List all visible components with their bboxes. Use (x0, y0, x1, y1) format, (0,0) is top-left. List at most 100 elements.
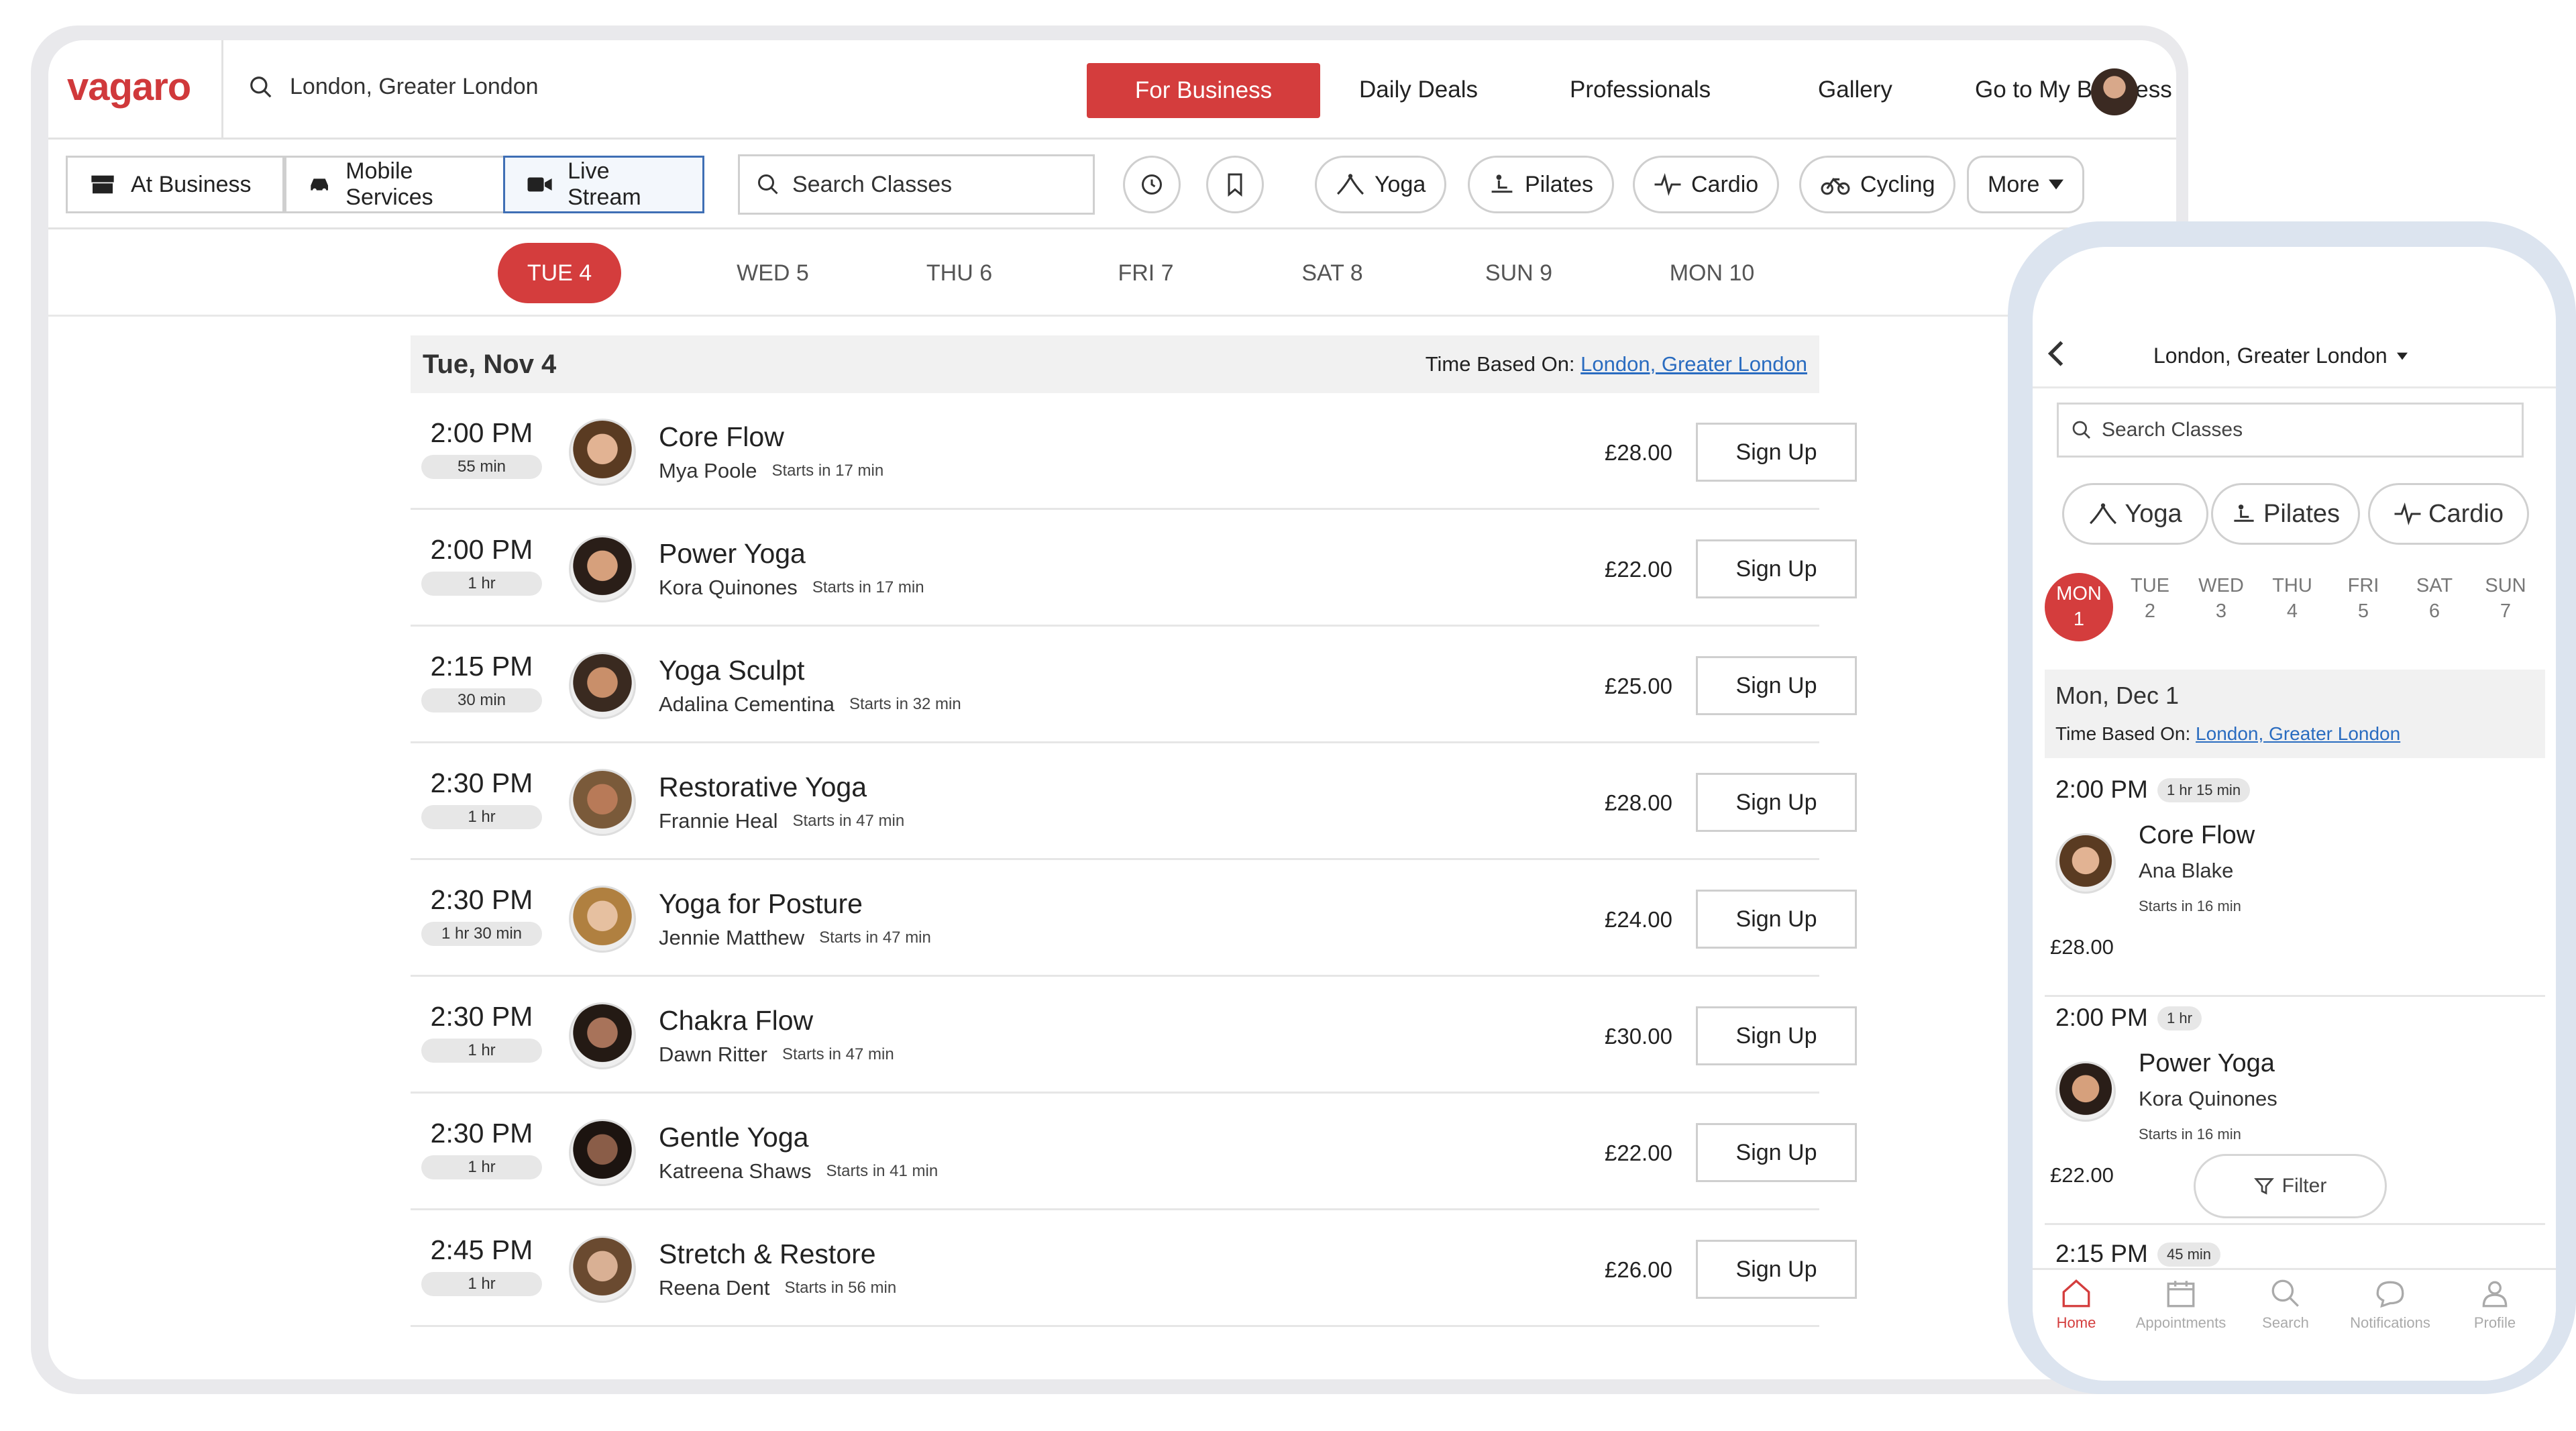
mobile-day-mon[interactable]: MON 1 (2045, 573, 2113, 641)
mobile-class-card[interactable]: 2:00 PM 1 hr 15 min Core Flow Ana Blake Star… (2045, 776, 2545, 997)
day-sat-8[interactable]: SAT 8 (1292, 243, 1373, 303)
yoga-icon (1337, 174, 1364, 195)
class-name[interactable]: Core Flow (659, 421, 784, 453)
more-dropdown[interactable]: More (1967, 156, 2085, 213)
mobile-day-sat[interactable]: SAT 6 (2400, 573, 2469, 624)
search-icon (2271, 1279, 2299, 1307)
instructor-name[interactable]: Katreena Shaws (659, 1159, 811, 1183)
class-name[interactable]: Stretch & Restore (659, 1238, 876, 1270)
sign-up-button[interactable]: Sign Up (1696, 890, 1857, 949)
starts-in: Starts in 32 min (849, 695, 961, 713)
instructor-photo (569, 419, 636, 486)
saved-button[interactable] (1206, 156, 1264, 213)
category-pilates[interactable]: Pilates (1468, 156, 1615, 213)
mobile-instructor-name[interactable]: Kora Quinones (2139, 1087, 2277, 1111)
class-name[interactable]: Chakra Flow (659, 1005, 813, 1037)
mobile-location-select[interactable]: London, Greater London (2153, 343, 2408, 368)
nav-gallery[interactable]: Gallery (1818, 63, 1892, 117)
location-search[interactable]: London, Greater London (248, 74, 539, 100)
mobile-search-input[interactable]: Search Classes (2057, 403, 2524, 458)
mobile-day-tue[interactable]: TUE 2 (2116, 573, 2184, 624)
tab-notifications[interactable]: Notifications (2340, 1277, 2440, 1332)
class-row[interactable]: 2:30 PM 1 hr 30 min Yoga for Posture Jennie… (411, 860, 1857, 977)
mobile-day-wed[interactable]: WED 3 (2187, 573, 2255, 624)
day-sun-9[interactable]: SUN 9 (1479, 243, 1559, 303)
filter-button[interactable]: Filter (2194, 1154, 2387, 1218)
sign-up-button[interactable]: Sign Up (1696, 423, 1857, 482)
live-stream-tab[interactable]: Live Stream (503, 156, 704, 213)
mobile-time-zone-link[interactable]: London, Greater London (2196, 723, 2400, 744)
clock-icon (1142, 174, 1162, 195)
class-row[interactable]: 2:30 PM 1 hr Gentle Yoga Katreena Shaws Star… (411, 1094, 1857, 1210)
for-business-button[interactable]: For Business (1087, 63, 1320, 118)
sign-up-button[interactable]: Sign Up (1696, 1006, 1857, 1065)
sign-up-button[interactable]: Sign Up (1696, 539, 1857, 598)
nav-go-to-my-business[interactable]: Go to My Business (1975, 63, 2172, 117)
class-name[interactable]: Gentle Yoga (659, 1122, 808, 1153)
sign-up-button[interactable]: Sign Up (1696, 1123, 1857, 1182)
sign-up-button[interactable]: Sign Up (1696, 656, 1857, 715)
bookmark-icon (1228, 173, 1242, 197)
mobile-day-fri[interactable]: FRI 5 (2329, 573, 2398, 624)
instructor-name[interactable]: Kora Quinones (659, 576, 798, 600)
sign-up-button[interactable]: Sign Up (1696, 773, 1857, 832)
instructor-name[interactable]: Mya Poole (659, 459, 757, 483)
mobile-class-name[interactable]: Core Flow (2139, 821, 2255, 850)
mobile-day-thu[interactable]: THU 4 (2258, 573, 2326, 624)
tab-profile[interactable]: Profile (2445, 1277, 2545, 1332)
instructor-name[interactable]: Adalina Cementina (659, 692, 835, 717)
instructor-name[interactable]: Reena Dent (659, 1276, 769, 1300)
class-time: 2:30 PM (430, 1118, 533, 1149)
day-tue-4[interactable]: TUE 4 (498, 243, 621, 303)
nav-professionals[interactable]: Professionals (1570, 63, 1711, 117)
mobile-instructor-name[interactable]: Ana Blake (2139, 859, 2233, 883)
mobile-category-yoga[interactable]: Yoga (2062, 483, 2208, 545)
mobile-class-price: £22.00 (2050, 1163, 2114, 1187)
class-row[interactable]: 2:15 PM 30 min Yoga Sculpt Adalina Cementin… (411, 627, 1857, 743)
instructor-photo (569, 1119, 636, 1186)
class-row[interactable]: 2:45 PM 1 hr Stretch & Restore Reena Dent St… (411, 1210, 1857, 1327)
mobile-class-name[interactable]: Power Yoga (2139, 1049, 2275, 1078)
time-zone-link[interactable]: London, Greater London (1580, 352, 1807, 376)
day-wed-5[interactable]: WED 5 (733, 243, 813, 303)
class-name[interactable]: Yoga Sculpt (659, 655, 804, 686)
tab-appointments[interactable]: Appointments (2131, 1277, 2231, 1332)
class-name[interactable]: Restorative Yoga (659, 772, 867, 803)
sign-up-button[interactable]: Sign Up (1696, 1240, 1857, 1299)
instructor-name[interactable]: Jennie Matthew (659, 926, 804, 950)
back-button[interactable] (2046, 339, 2066, 371)
category-cardio[interactable]: Cardio (1633, 156, 1780, 213)
mobile-day-sun[interactable]: SUN 7 (2471, 573, 2540, 624)
class-price: £22.00 (1605, 1141, 1672, 1165)
instructor-name[interactable]: Dawn Ritter (659, 1043, 767, 1067)
mobile-category-pilates[interactable]: Pilates (2211, 483, 2360, 545)
day-fri-7[interactable]: FRI 7 (1106, 243, 1186, 303)
mobile-category-cardio[interactable]: Cardio (2368, 483, 2529, 545)
day-thu-6[interactable]: THU 6 (919, 243, 1000, 303)
tab-home[interactable]: Home (2033, 1277, 2127, 1332)
class-meta: Frannie Heal Starts in 47 min (659, 809, 904, 833)
time-filter-button[interactable] (1123, 156, 1181, 213)
tab-search-label: Search (2262, 1314, 2309, 1331)
desktop-window: vagaro London, Greater London For Busine… (48, 40, 2176, 1379)
tab-search[interactable]: Search (2235, 1277, 2336, 1332)
instructor-name[interactable]: Frannie Heal (659, 809, 777, 833)
class-row[interactable]: 2:00 PM 55 min Core Flow Mya Poole Starts in… (411, 393, 1857, 510)
class-name[interactable]: Power Yoga (659, 538, 806, 570)
more-label: More (1988, 171, 2040, 197)
nav-daily-deals[interactable]: Daily Deals (1359, 63, 1478, 117)
class-row[interactable]: 2:30 PM 1 hr Restorative Yoga Frannie Heal S… (411, 743, 1857, 860)
vagaro-logo[interactable]: vagaro (67, 64, 191, 109)
mobile-day-name: TUE (2131, 575, 2169, 596)
class-row[interactable]: 2:00 PM 1 hr Power Yoga Kora Quinones Starts… (411, 510, 1857, 627)
day-mon-10[interactable]: MON 10 (1665, 243, 1759, 303)
at-business-tab[interactable]: At Business (66, 156, 284, 213)
class-row[interactable]: 2:30 PM 1 hr Chakra Flow Dawn Ritter Starts … (411, 977, 1857, 1094)
user-avatar[interactable] (2091, 68, 2138, 115)
category-yoga[interactable]: Yoga (1315, 156, 1447, 213)
mobile-services-tab[interactable]: Mobile Services (284, 156, 507, 213)
class-name[interactable]: Yoga for Posture (659, 888, 863, 920)
starts-in: Starts in 17 min (771, 462, 884, 480)
search-classes-input[interactable]: Search Classes (738, 154, 1095, 215)
category-cycling[interactable]: Cycling (1799, 156, 1956, 213)
